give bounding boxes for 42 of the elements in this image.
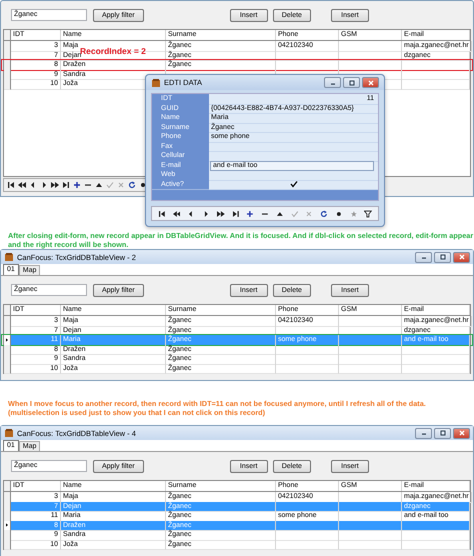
next-page-icon[interactable] xyxy=(216,210,225,218)
close-icon xyxy=(458,254,466,260)
dot-icon[interactable] xyxy=(334,210,343,218)
dot-icon[interactable] xyxy=(139,181,147,189)
plus-icon[interactable] xyxy=(73,181,81,189)
first-record-icon[interactable] xyxy=(158,210,166,218)
app-icon xyxy=(4,252,14,262)
up-triangle-icon[interactable] xyxy=(95,181,103,189)
check-icon[interactable] xyxy=(290,210,298,218)
close-icon xyxy=(366,80,374,86)
close-button[interactable] xyxy=(453,428,470,438)
app-icon xyxy=(151,78,161,88)
close-icon xyxy=(458,430,466,436)
next-icon[interactable] xyxy=(202,210,210,218)
last-record-icon[interactable] xyxy=(62,181,70,189)
previous-icon[interactable] xyxy=(29,181,37,189)
maximize-button[interactable] xyxy=(343,77,360,88)
previous-page-icon[interactable] xyxy=(172,210,180,218)
minimize-button[interactable] xyxy=(415,252,432,262)
last-record-icon[interactable] xyxy=(232,210,240,218)
maximize-button[interactable] xyxy=(434,428,451,438)
maximize-icon xyxy=(348,80,356,86)
refresh-icon[interactable] xyxy=(320,210,328,218)
minimize-button[interactable] xyxy=(324,77,341,88)
check-icon[interactable] xyxy=(106,181,114,189)
star-icon[interactable] xyxy=(350,210,358,218)
previous-page-icon[interactable] xyxy=(18,181,26,189)
next-page-icon[interactable] xyxy=(51,181,59,189)
close-button[interactable] xyxy=(362,77,379,88)
maximize-button[interactable] xyxy=(434,252,451,262)
first-record-icon[interactable] xyxy=(7,181,15,189)
maximize-icon xyxy=(438,430,446,436)
filter-icon[interactable] xyxy=(364,210,372,218)
up-triangle-icon[interactable] xyxy=(276,210,284,218)
minimize-button[interactable] xyxy=(415,428,432,438)
close-button[interactable] xyxy=(453,252,470,262)
maximize-icon xyxy=(438,254,446,260)
refresh-icon[interactable] xyxy=(128,181,136,189)
next-icon[interactable] xyxy=(40,181,48,189)
app-icon xyxy=(4,428,14,438)
plus-icon[interactable] xyxy=(246,210,254,218)
checkmark-icon xyxy=(290,180,298,188)
